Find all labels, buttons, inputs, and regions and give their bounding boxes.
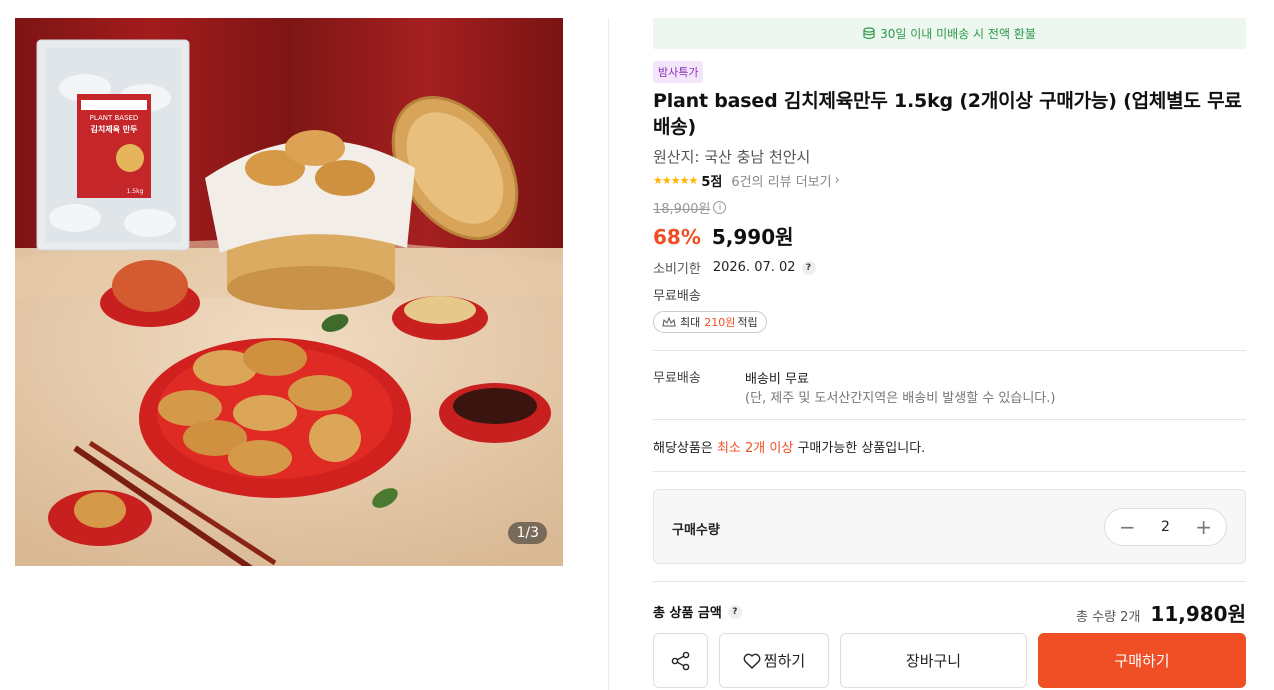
divider bbox=[653, 471, 1246, 472]
crown-icon bbox=[662, 316, 676, 326]
points-badge[interactable]: 최대 210원 적립 bbox=[653, 311, 767, 333]
product-photo-illustration: PLANT BASED 김치제육 만두 1.5kg bbox=[15, 18, 563, 566]
total-quantity: 총 수량 2개 bbox=[1076, 610, 1141, 625]
points-prefix: 최대 bbox=[680, 316, 701, 329]
share-icon bbox=[671, 651, 689, 670]
quantity-box: 구매수량 − 2 + bbox=[653, 489, 1246, 564]
svg-text:PLANT BASED: PLANT BASED bbox=[90, 114, 139, 122]
total-label: 총 상품 금액 bbox=[653, 606, 722, 621]
svg-text:김치제육 만두: 김치제육 만두 bbox=[91, 124, 139, 134]
coin-stack-icon bbox=[863, 27, 875, 40]
svg-text:1.5kg: 1.5kg bbox=[127, 188, 144, 195]
plus-button[interactable]: + bbox=[1195, 517, 1212, 537]
chevron-right-icon[interactable]: › bbox=[835, 173, 840, 188]
min-purchase-prefix: 해당상품은 bbox=[653, 441, 713, 456]
buy-button[interactable]: 구매하기 bbox=[1038, 633, 1246, 688]
original-price: 18,900원 bbox=[653, 202, 711, 217]
shipping-label: 무료배송 bbox=[653, 371, 701, 386]
discount-rate: 68% bbox=[653, 225, 701, 249]
total-row: 총 상품 금액 ? 총 수량 2개 11,980원 bbox=[653, 598, 1246, 627]
expiry-row: 소비기한 2026. 07. 02 ? bbox=[653, 258, 1246, 277]
divider bbox=[653, 419, 1246, 420]
reviews-link[interactable]: 6건의 리뷰 더보기 bbox=[731, 171, 831, 190]
rating-score: 5점 bbox=[701, 175, 723, 190]
heart-icon bbox=[743, 653, 761, 669]
min-purchase-suffix: 구매가능한 상품입니다. bbox=[797, 441, 926, 456]
divider bbox=[653, 350, 1246, 351]
refund-banner-text: 30일 이내 미배송 시 전액 환불 bbox=[880, 27, 1036, 41]
divider bbox=[653, 581, 1246, 582]
share-button[interactable] bbox=[653, 633, 708, 688]
total-summary: 총 수량 2개 11,980원 bbox=[1076, 598, 1246, 627]
wish-button[interactable]: 찜하기 bbox=[719, 633, 829, 688]
help-icon[interactable]: ? bbox=[727, 604, 742, 619]
help-icon[interactable]: ? bbox=[801, 260, 816, 275]
product-title: Plant based 김치제육만두 1.5kg (2개이상 구매가능) (업체… bbox=[653, 90, 1242, 138]
minus-button[interactable]: − bbox=[1119, 517, 1136, 537]
original-price-row: 18,900원 i bbox=[653, 198, 1246, 217]
sale-price: 5,990원 bbox=[711, 225, 794, 249]
rating-row: ★★★★★ 5점 6건의 리뷰 더보기 › bbox=[653, 171, 1246, 190]
product-image[interactable]: PLANT BASED 김치제육 만두 1.5kg 1/3 bbox=[15, 18, 563, 566]
rating-stars-icon: ★★★★★ bbox=[653, 174, 698, 187]
expiry-value: 2026. 07. 02 bbox=[712, 260, 796, 275]
shipping-fee: 배송비 무료 bbox=[745, 372, 809, 387]
total-price: 11,980원 bbox=[1150, 602, 1246, 626]
action-buttons: 찜하기 장바구니 구매하기 bbox=[653, 633, 1246, 688]
refund-banner: 30일 이내 미배송 시 전액 환불 bbox=[653, 18, 1246, 49]
points-suffix: 적립 bbox=[737, 316, 758, 329]
quantity-stepper: − 2 + bbox=[1104, 508, 1227, 546]
total-label-group: 총 상품 금액 ? bbox=[653, 602, 742, 621]
wish-label: 찜하기 bbox=[763, 652, 806, 670]
product-origin: 원산지: 국산 충남 천안시 bbox=[653, 148, 811, 166]
quantity-value[interactable]: 2 bbox=[1161, 519, 1170, 535]
promo-badge: 밤사특가 bbox=[653, 61, 704, 83]
image-counter: 1/3 bbox=[508, 522, 547, 544]
free-shipping-label: 무료배송 bbox=[653, 289, 701, 304]
expiry-label: 소비기한 bbox=[653, 262, 701, 277]
points-amount: 210원 bbox=[704, 316, 736, 329]
min-purchase-highlight: 최소 2개 이상 bbox=[716, 441, 794, 456]
price-row: 68% 5,990원 bbox=[653, 221, 1246, 250]
shipping-note: (단, 제주 및 도서산간지역은 배송비 발생할 수 있습니다.) bbox=[745, 391, 1056, 406]
product-info: 30일 이내 미배송 시 전액 환불 밤사특가 Plant based 김치제육… bbox=[653, 18, 1246, 333]
quantity-label: 구매수량 bbox=[672, 523, 720, 538]
cart-button[interactable]: 장바구니 bbox=[840, 633, 1027, 688]
column-divider bbox=[608, 18, 609, 690]
min-purchase-note: 해당상품은 최소 2개 이상 구매가능한 상품입니다. bbox=[653, 437, 925, 456]
info-icon[interactable]: i bbox=[713, 201, 727, 214]
